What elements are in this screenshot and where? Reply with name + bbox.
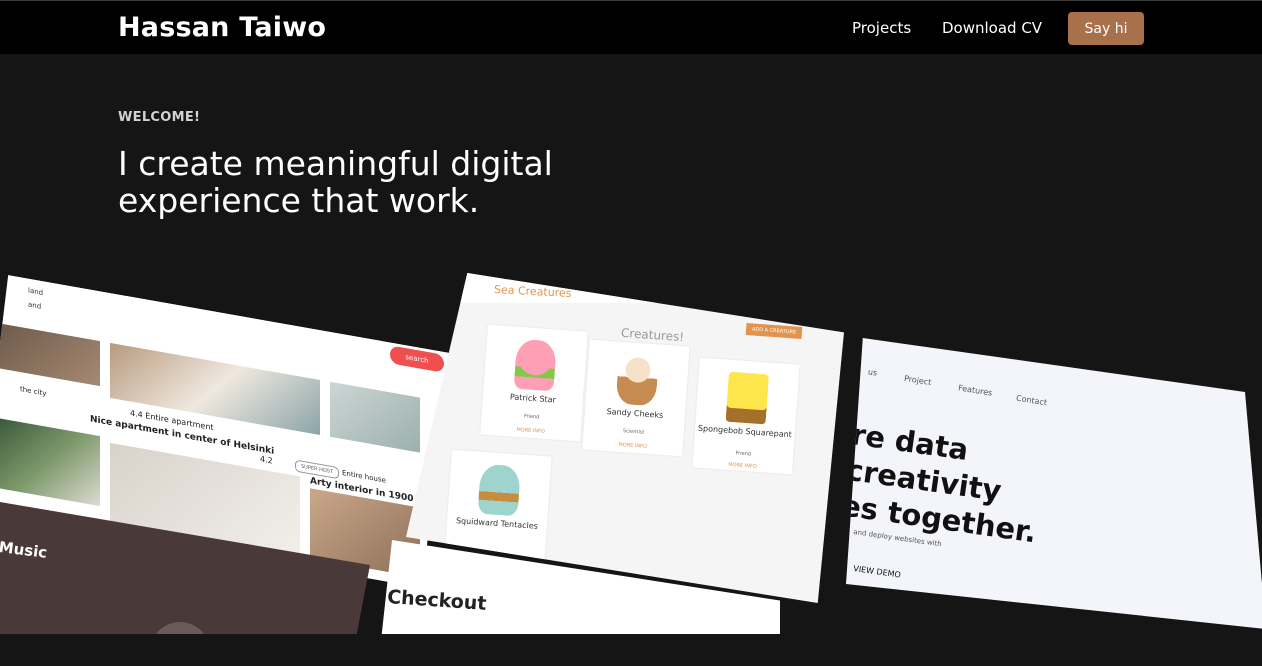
- apartments-nav-item: land: [28, 286, 44, 298]
- creature-card: Sandy Cheeks Scientist MORE INFO: [582, 339, 690, 457]
- apartments-search-button: search: [390, 345, 444, 373]
- nav-download-cv-link[interactable]: Download CV: [942, 19, 1042, 37]
- apartment-photo: [330, 382, 420, 453]
- data-nav-item: Features: [957, 383, 993, 398]
- checkout-title: Checkout: [386, 586, 488, 615]
- music-title: Music: [0, 538, 49, 562]
- creature-name: Sandy Cheeks: [606, 406, 664, 420]
- add-creature-button: ADD A CREATURE: [745, 323, 803, 339]
- hero-headline: I create meaningful digital experience t…: [118, 144, 553, 220]
- apartment-photo: [0, 419, 100, 507]
- nav-projects-link[interactable]: Projects: [852, 19, 911, 37]
- creature-card: Squidward Tentacles: [444, 449, 552, 567]
- creature-name: Spongebob Squarepant: [697, 423, 793, 440]
- apartments-nav-item: and: [28, 300, 42, 311]
- view-demo-link: VIEW DEMO: [852, 564, 902, 580]
- creature-name: Squidward Tentacles: [455, 516, 539, 531]
- data-nav-item: us: [867, 367, 878, 378]
- creature-image: [513, 338, 557, 392]
- hero-eyebrow: WELCOME!: [118, 110, 201, 125]
- creature-image: [477, 463, 521, 517]
- creature-image: [725, 371, 769, 425]
- apartment-photo: [110, 343, 320, 435]
- creature-image: [615, 353, 659, 407]
- creature-role: Friend: [523, 413, 540, 421]
- brand-logo[interactable]: Hassan Taiwo: [118, 12, 326, 43]
- more-info-link: MORE INFO: [618, 441, 648, 450]
- project-card-data-creativity[interactable]: us Project Features Contact re data crea…: [846, 338, 1262, 629]
- creature-role: Friend: [735, 450, 752, 458]
- creature-card: Spongebob Squarepant Friend MORE INFO: [692, 357, 800, 475]
- top-navbar: Hassan Taiwo Projects Download CV Say hi: [0, 0, 1262, 54]
- creature-role: Scientist: [622, 428, 645, 436]
- more-info-link: MORE INFO: [516, 426, 546, 435]
- apartment-rating: 4.2: [260, 454, 273, 466]
- data-nav-item: Contact: [1015, 393, 1048, 408]
- superhost-badge: SUPER HOST: [295, 460, 339, 480]
- data-nav-item: Project: [903, 373, 932, 388]
- sea-header: [406, 273, 844, 303]
- creature-name: Patrick Star: [509, 392, 557, 405]
- sea-section-title: Creatures!: [620, 325, 685, 345]
- more-info-link: MORE INFO: [728, 461, 757, 470]
- project-showcase: land and search the city 4.4 Entire apar…: [0, 270, 1262, 634]
- music-disc: [150, 622, 210, 634]
- creature-card: Patrick Star Friend MORE INFO: [480, 324, 588, 442]
- say-hi-button[interactable]: Say hi: [1068, 12, 1144, 45]
- apartment-caption: the city: [20, 385, 47, 398]
- apartment-photo: [0, 324, 100, 387]
